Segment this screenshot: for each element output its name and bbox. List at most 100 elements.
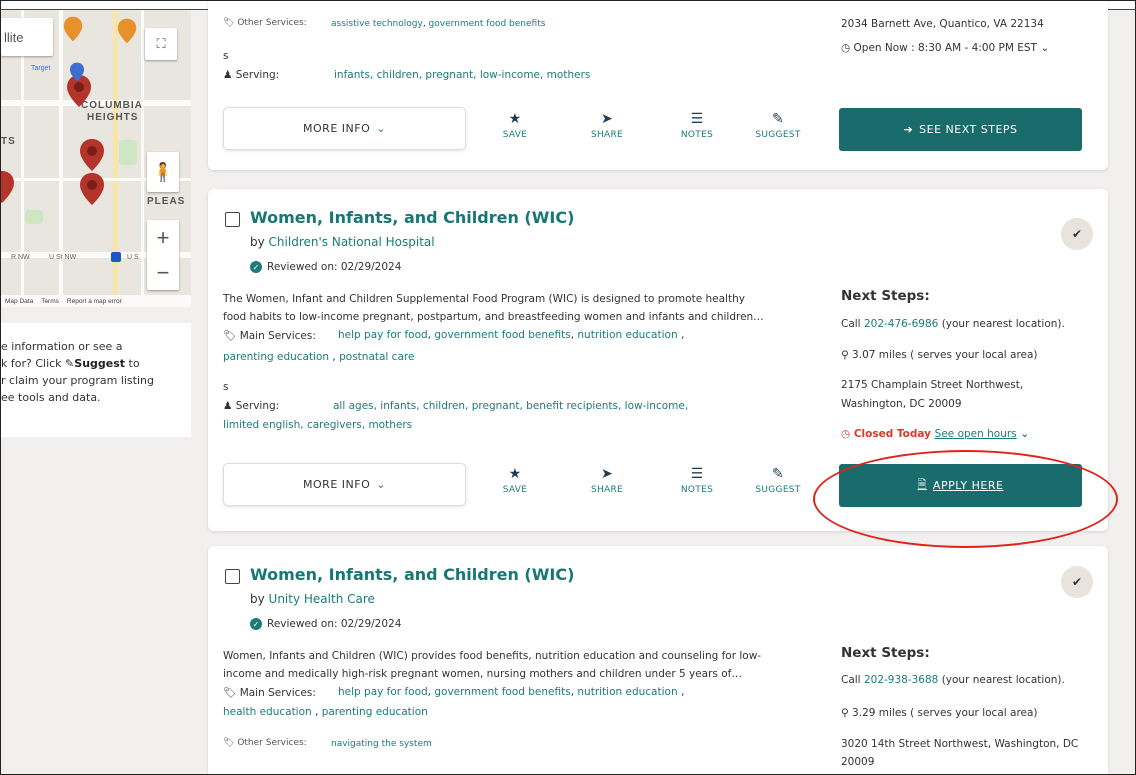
hours-status: ◷ Closed Today See open hours ⌄: [841, 428, 1029, 440]
info-text-part: to: [125, 357, 140, 370]
terms-link[interactable]: Terms: [41, 298, 59, 305]
serving-list: infants, children, pregnant, low-income,…: [334, 69, 591, 81]
map[interactable]: llite ⛶ Target COLUMBIA HEIGHTS TS PLEAS…: [1, 10, 191, 307]
see-next-steps-label: SEE NEXT STEPS: [919, 123, 1018, 136]
map-label-street: R NW: [11, 254, 30, 261]
phone-link[interactable]: 202-476-6986: [864, 318, 938, 330]
more-info-label: MORE INFO: [303, 122, 371, 135]
address-link[interactable]: 2175 Champlain Street Northwest,: [841, 379, 1023, 391]
location-pin-icon: ⚲: [841, 707, 849, 719]
phone-link[interactable]: 202-938-3688: [864, 674, 938, 686]
notes-button[interactable]: ☰ NOTES: [667, 466, 727, 495]
clock-icon: ◷: [841, 428, 851, 440]
map-park: [25, 210, 43, 224]
main-services-list: help pay for food, government food benef…: [338, 686, 685, 698]
program-title[interactable]: Women, Infants, and Children (WIC): [250, 565, 574, 584]
service-link[interactable]: parenting education: [223, 351, 329, 363]
street-view-button[interactable]: 🧍: [147, 152, 179, 192]
call-prefix: Call: [841, 674, 861, 686]
select-checkbox[interactable]: [225, 212, 240, 227]
notes-button[interactable]: ☰ NOTES: [667, 111, 727, 140]
more-info-button[interactable]: MORE INFO ⌄: [223, 463, 466, 506]
check-button[interactable]: ✔: [1061, 566, 1093, 598]
fullscreen-button[interactable]: ⛶: [145, 28, 177, 60]
tag-icon: 🏷: [223, 330, 237, 342]
more-info-button[interactable]: MORE INFO ⌄: [223, 107, 466, 150]
share-button[interactable]: ➤ SHARE: [577, 111, 637, 140]
location-pin-icon: ⚲: [841, 349, 849, 361]
service-link[interactable]: nutrition education: [577, 686, 677, 698]
provider-line: by Children's National Hospital: [250, 235, 435, 249]
list-icon: ☰: [690, 111, 704, 127]
map-pin-icon[interactable]: [1, 170, 15, 204]
service-link[interactable]: assistive technology: [331, 19, 423, 29]
provider-link[interactable]: Children's National Hospital: [269, 235, 435, 249]
program-card: 🏷 Other Services: assistive technology, …: [208, 1, 1108, 170]
address-link[interactable]: 20009: [841, 756, 874, 768]
hours-status[interactable]: ◷ Open Now : 8:30 AM - 4:00 PM EST ⌄: [841, 42, 1049, 54]
select-checkbox[interactable]: [225, 569, 240, 584]
reviewed-date: Reviewed on: 02/29/2024: [267, 618, 402, 630]
map-label-street: U St NW: [49, 254, 77, 261]
map-label-heights: HEIGHTS: [87, 112, 139, 123]
program-title[interactable]: Women, Infants, and Children (WIC): [250, 208, 574, 227]
provider-link[interactable]: Unity Health Care: [269, 592, 375, 606]
suggest-link[interactable]: Suggest: [74, 357, 125, 370]
food-pin-icon: [117, 18, 137, 44]
description-line: The Women, Infant and Children Supplemen…: [223, 293, 745, 305]
stray-text: s: [223, 381, 229, 393]
address-link[interactable]: 3020 14th Street Northwest, Washington, …: [841, 738, 1078, 750]
distance-line: ⚲ 3.29 miles ( serves your local area): [841, 707, 1038, 719]
service-link[interactable]: navigating the system: [331, 739, 432, 749]
service-link[interactable]: help pay for food: [338, 686, 428, 698]
pencil-icon: ✎: [65, 357, 75, 370]
call-line: Call 202-476-6986 (your nearest location…: [841, 318, 1065, 330]
save-button[interactable]: ★ SAVE: [485, 111, 545, 140]
star-icon: ★: [508, 466, 522, 482]
report-error-link[interactable]: Report a map error: [67, 298, 122, 305]
zoom-in-button[interactable]: +: [157, 220, 170, 255]
suggest-label: SUGGEST: [755, 485, 801, 495]
map-pin-icon[interactable]: [79, 138, 105, 172]
distance-text: 3.07 miles ( serves your local area): [852, 349, 1038, 361]
map-label-ts: TS: [1, 136, 16, 147]
service-link[interactable]: government food benefits: [434, 329, 570, 341]
main-services-row: 🏷 Main Services:: [223, 329, 316, 342]
check-icon: ✔: [1071, 227, 1083, 241]
see-open-hours-link[interactable]: See open hours: [935, 428, 1017, 440]
suggest-label: SUGGEST: [755, 130, 801, 140]
share-button[interactable]: ➤ SHARE: [577, 466, 637, 495]
program-card: Women, Infants, and Children (WIC) by Un…: [208, 546, 1108, 774]
see-next-steps-button[interactable]: ➔ SEE NEXT STEPS: [839, 108, 1082, 151]
address: 2034 Barnett Ave, Quantico, VA 22134: [841, 18, 1044, 30]
service-link[interactable]: health education: [223, 706, 312, 718]
more-info-label: MORE INFO: [303, 478, 371, 491]
arrow-right-icon: ➔: [903, 123, 914, 136]
save-button[interactable]: ★ SAVE: [485, 466, 545, 495]
serving-label: Serving:: [235, 69, 280, 81]
distance-text: 3.29 miles ( serves your local area): [852, 707, 1038, 719]
suggest-button[interactable]: ✎ SUGGEST: [748, 111, 808, 140]
description-line: income and medically high-risk pregnant …: [223, 668, 742, 680]
map-data-link[interactable]: Map Data: [5, 298, 33, 305]
service-link[interactable]: nutrition education: [577, 329, 677, 341]
closed-text: Closed Today: [853, 428, 931, 440]
service-link[interactable]: help pay for food: [338, 329, 428, 341]
check-button[interactable]: ✔: [1061, 218, 1093, 250]
service-link[interactable]: government food benefits: [434, 686, 570, 698]
info-text: e information or see a: [1, 340, 123, 353]
service-link[interactable]: postnatal care: [339, 351, 414, 363]
suggest-button[interactable]: ✎ SUGGEST: [748, 466, 808, 495]
zoom-out-button[interactable]: −: [157, 255, 170, 290]
tag-icon: 🏷: [223, 738, 235, 748]
annotation-circle: [813, 450, 1118, 548]
service-link[interactable]: parenting education: [322, 706, 428, 718]
reviewed-row: ✓ Reviewed on: 02/29/2024: [250, 618, 401, 630]
address-link[interactable]: Washington, DC 20009: [841, 398, 962, 410]
map-pin-icon[interactable]: [79, 172, 105, 206]
map-label-pleas: PLEAS: [147, 196, 186, 207]
paper-plane-icon: ➤: [600, 466, 614, 482]
satellite-toggle[interactable]: llite: [1, 18, 53, 56]
other-services-list: navigating the system: [331, 739, 432, 749]
service-link[interactable]: government food benefits: [429, 19, 546, 29]
